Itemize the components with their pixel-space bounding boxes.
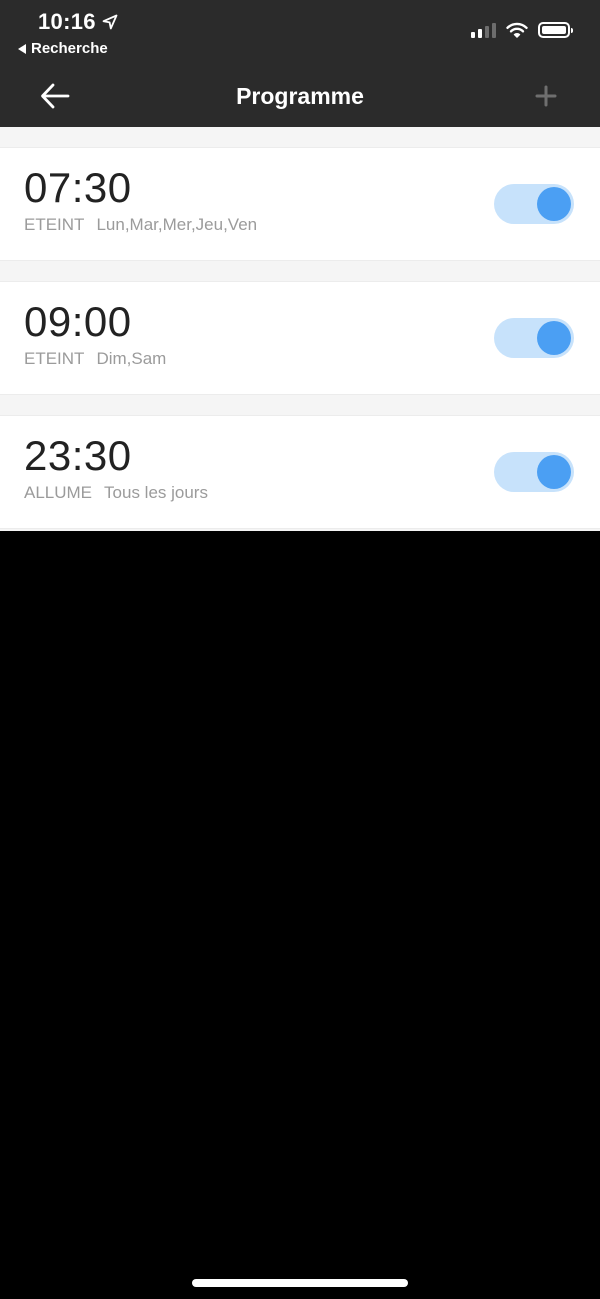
schedule-action: ALLUME <box>24 483 93 502</box>
arrow-left-icon[interactable] <box>40 82 70 110</box>
plus-icon[interactable] <box>534 84 558 108</box>
page-title: Programme <box>236 83 364 109</box>
schedule-meta: ETEINT Dim,Sam <box>24 349 166 369</box>
schedule-days: Lun,Mar,Mer,Jeu,Ven <box>96 215 258 234</box>
back-app-label: Recherche <box>31 40 108 57</box>
wifi-icon <box>506 22 528 38</box>
schedule-action: ETEINT <box>24 349 85 368</box>
schedule-meta: ALLUME Tous les jours <box>24 483 208 503</box>
schedule-meta: ETEINT Lun,Mar,Mer,Jeu,Ven <box>24 215 257 235</box>
app-header: 10:16 Recherche Programme <box>0 0 600 127</box>
toggle-knob <box>537 187 571 221</box>
schedule-item[interactable]: 09:00 ETEINT Dim,Sam <box>0 281 600 395</box>
schedule-time: 07:30 <box>24 164 132 211</box>
schedule-time: 23:30 <box>24 432 132 479</box>
status-time: 10:16 <box>38 9 118 35</box>
status-time-text: 10:16 <box>38 9 96 34</box>
schedule-time: 09:00 <box>24 298 132 345</box>
schedule-item[interactable]: 07:30 ETEINT Lun,Mar,Mer,Jeu,Ven <box>0 147 600 261</box>
schedule-list: 07:30 ETEINT Lun,Mar,Mer,Jeu,Ven 09:00 ET… <box>0 127 600 531</box>
toggle-knob <box>537 455 571 489</box>
schedule-toggle[interactable] <box>494 452 574 492</box>
status-indicators <box>471 22 573 38</box>
cellular-signal-icon <box>471 22 496 38</box>
home-indicator[interactable] <box>192 1279 408 1287</box>
back-triangle-icon <box>18 44 26 54</box>
battery-icon <box>538 22 573 38</box>
location-arrow-icon <box>102 14 118 30</box>
schedule-item[interactable]: 23:30 ALLUME Tous les jours <box>0 415 600 529</box>
schedule-toggle[interactable] <box>494 184 574 224</box>
back-to-app-link[interactable]: Recherche <box>18 40 108 58</box>
toggle-knob <box>537 321 571 355</box>
schedule-days: Tous les jours <box>104 483 208 502</box>
schedule-days: Dim,Sam <box>96 349 167 368</box>
schedule-toggle[interactable] <box>494 318 574 358</box>
schedule-action: ETEINT <box>24 215 85 234</box>
